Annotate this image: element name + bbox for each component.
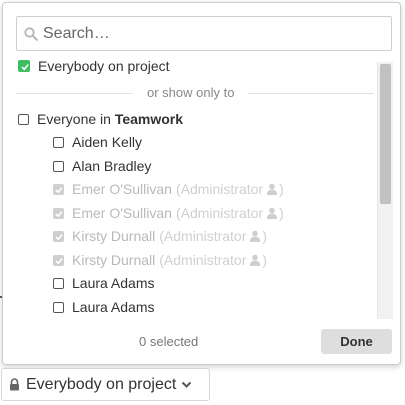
user-icon — [250, 230, 261, 242]
user-icon — [266, 183, 278, 195]
edge-mark — [0, 296, 2, 298]
selected-count: 0 selected — [139, 334, 199, 349]
checkmark-icon — [55, 233, 63, 240]
user-icon — [266, 207, 278, 219]
team-name: Teamwork — [114, 111, 184, 127]
admin-label-close: ) — [262, 228, 268, 244]
admin-tag: (Administrator) — [159, 227, 267, 245]
user-name: Kirsty Durnall — [72, 228, 156, 244]
user-icon — [250, 254, 261, 266]
scrollbar-thumb[interactable] — [380, 64, 391, 204]
admin-tag: (Administrator) — [176, 180, 284, 198]
team-option[interactable]: Everyone in Teamwork — [18, 110, 183, 128]
admin-label-close: ) — [262, 252, 268, 268]
everybody-label: Everybody on project — [38, 58, 170, 74]
user-checkbox — [53, 230, 64, 242]
team-checkbox[interactable] — [18, 113, 29, 125]
user-name: Emer O'Sullivan — [72, 181, 172, 197]
admin-label: (Administrator — [159, 252, 247, 268]
user-option: Kirsty Durnall (Administrator) — [53, 251, 267, 269]
checkmark-icon — [55, 186, 63, 193]
team-prefix: Everyone in — [37, 111, 115, 127]
user-checkbox[interactable] — [53, 160, 64, 172]
user-option[interactable]: Laura Adams — [53, 298, 155, 316]
user-checkbox[interactable] — [53, 301, 64, 313]
visibility-popover: Everybody on project or show only to Eve… — [2, 2, 401, 365]
search-icon — [24, 27, 38, 41]
user-option[interactable]: Laura Adams — [53, 274, 155, 292]
privacy-dropdown-button[interactable]: Everybody on project — [1, 368, 210, 401]
checkmark-icon — [55, 257, 63, 264]
user-checkbox — [53, 207, 64, 219]
user-checkbox[interactable] — [53, 277, 64, 289]
everybody-on-project-option[interactable]: Everybody on project — [18, 57, 170, 75]
everybody-checkbox[interactable] — [18, 60, 30, 72]
user-name: Aiden Kelly — [72, 134, 143, 150]
user-name: Emer O'Sullivan — [72, 205, 172, 221]
search-box[interactable] — [16, 16, 392, 51]
user-checkbox — [53, 254, 64, 266]
scrollbar[interactable] — [377, 62, 393, 319]
privacy-label: Everybody on project — [26, 375, 177, 393]
admin-label-close: ) — [279, 181, 284, 197]
admin-tag: (Administrator) — [176, 204, 284, 222]
divider-label: or show only to — [133, 85, 249, 101]
user-checkbox — [53, 183, 64, 195]
done-button[interactable]: Done — [321, 329, 392, 354]
chevron-down-icon — [182, 381, 192, 388]
user-checkbox[interactable] — [53, 136, 64, 148]
user-name: Alan Bradley — [72, 158, 152, 174]
admin-label: (Administrator — [159, 228, 247, 244]
admin-tag: (Administrator) — [159, 251, 267, 269]
user-name: Kirsty Durnall — [72, 252, 156, 268]
user-option[interactable]: Alan Bradley — [53, 157, 151, 175]
search-input[interactable] — [43, 17, 383, 50]
admin-label: (Administrator — [175, 205, 264, 221]
checkmark-icon — [21, 64, 29, 71]
checkmark-icon — [55, 210, 63, 217]
admin-label-close: ) — [279, 205, 284, 221]
user-name: Laura Adams — [72, 275, 155, 291]
user-name: Laura Adams — [72, 299, 155, 315]
admin-label: (Administrator — [175, 181, 264, 197]
user-option[interactable]: Aiden Kelly — [53, 133, 142, 151]
lock-icon — [10, 378, 19, 391]
user-option: Kirsty Durnall (Administrator) — [53, 227, 267, 245]
user-option: Emer O'Sullivan (Administrator) — [53, 180, 284, 198]
user-option: Emer O'Sullivan (Administrator) — [53, 204, 284, 222]
